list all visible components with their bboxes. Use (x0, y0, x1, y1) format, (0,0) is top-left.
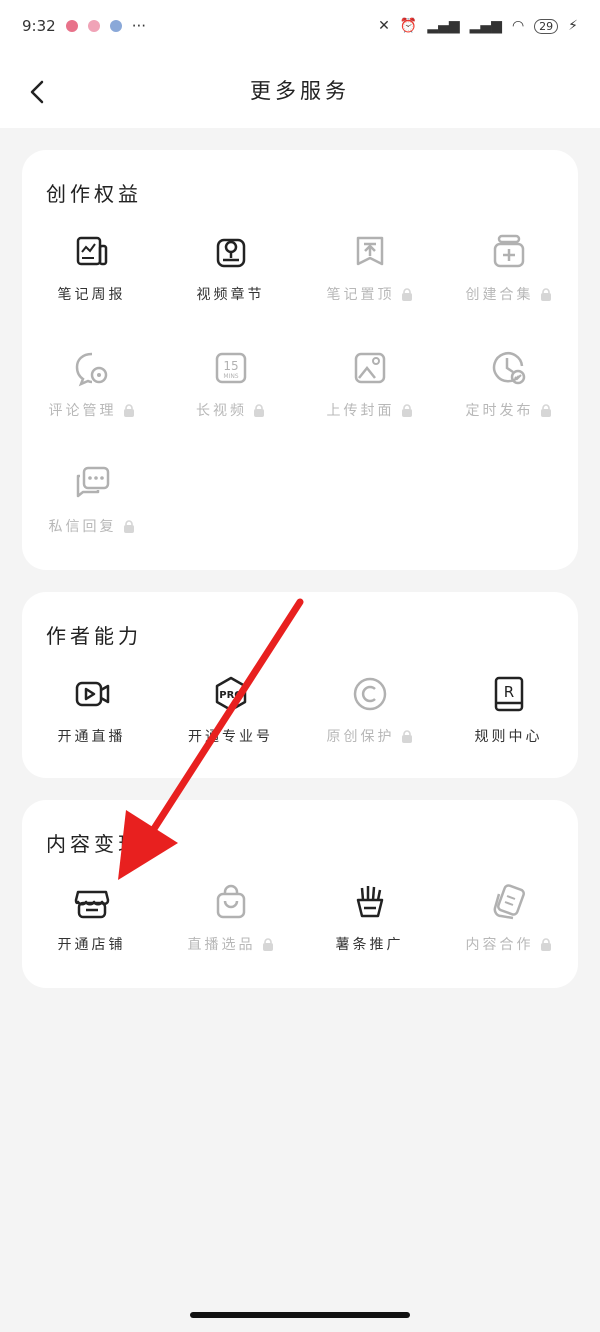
status-bar: 9:32 ··· ✕ ⏰ ▂▄▆ ▂▄▆ ◠ 29 ⚡ (0, 0, 600, 52)
section-creation-rights: 创作权益 笔记周报 视频章节 笔记置顶 创建合集评论管理 15 MINS 长视频 上传封面 定时… (22, 150, 578, 570)
service-item[interactable]: 笔记周报 (22, 232, 161, 304)
notification-icon (87, 20, 100, 32)
svg-text:MINS: MINS (223, 373, 238, 380)
svg-text:R: R (503, 683, 513, 701)
service-label: 原创保护 (326, 729, 395, 745)
notification-icon (65, 20, 78, 32)
service-label: 笔记周报 (57, 287, 126, 303)
scheduled-publish-icon (492, 352, 525, 385)
section-monetization: 内容变现 开通店铺 直播选品 薯条推广 内容合作 (22, 800, 578, 988)
fries-promo-icon (356, 886, 383, 918)
section-title: 作者能力 (46, 624, 142, 648)
charging-icon: ⚡ (568, 18, 578, 34)
section-title: 创作权益 (46, 182, 142, 206)
long-video-icon: 15MINS (215, 352, 246, 384)
status-left: 9:32 ··· (22, 17, 146, 35)
service-item[interactable]: 笔记置顶 (300, 232, 439, 304)
copyright-icon (353, 677, 386, 711)
top-nav: 更多服务 (0, 52, 600, 128)
service-label: 薯条推广 (335, 937, 404, 953)
report-icon (76, 236, 107, 266)
service-item[interactable]: R 规则中心 (439, 674, 578, 746)
page-title: 更多服务 (250, 79, 350, 103)
lock-icon (540, 403, 551, 417)
collection-add-icon (493, 234, 524, 268)
lock-icon (540, 937, 551, 951)
service-item[interactable]: 视频章节 (161, 232, 300, 304)
lock-icon (401, 287, 412, 301)
more-notifications-icon: ··· (131, 17, 146, 35)
shop-icon (74, 890, 109, 919)
message-reply-icon (76, 466, 109, 498)
status-right: ✕ ⏰ ▂▄▆ ▂▄▆ ◠ 29 ⚡ (378, 18, 578, 34)
service-label: 长视频 (196, 403, 247, 419)
upload-cover-icon (354, 352, 385, 384)
service-item[interactable]: 评论管理 (22, 348, 161, 420)
service-item[interactable]: PRO 开通专业号 (161, 674, 300, 746)
service-item[interactable]: 直播选品 (161, 882, 300, 954)
home-indicator[interactable] (190, 1312, 410, 1318)
service-label: 私信回复 (48, 519, 117, 535)
service-label: 视频章节 (196, 287, 265, 303)
signal-icon: ▂▄▆ (427, 18, 460, 34)
shopping-bag-icon (216, 884, 245, 919)
lock-icon (262, 937, 273, 951)
service-item[interactable]: 定时发布 (439, 348, 578, 420)
battery-icon: 29 (534, 18, 559, 34)
mute-icon: ✕ (378, 18, 390, 34)
service-label: 上传封面 (326, 403, 395, 419)
service-label: 笔记置顶 (326, 287, 395, 303)
lock-icon (540, 287, 551, 301)
service-label: 定时发布 (465, 403, 534, 419)
section-author-abilities: 作者能力 开通直播 PRO 开通专业号 原创保护 R 规则中心 (22, 592, 578, 778)
svg-text:PRO: PRO (219, 690, 243, 701)
notification-icon (109, 20, 122, 32)
cooperation-icon (493, 884, 525, 920)
live-video-icon (75, 681, 109, 707)
video-chapter-icon (216, 238, 245, 268)
service-item[interactable]: 原创保护 (300, 674, 439, 746)
service-item[interactable]: 15 MINS 长视频 (161, 348, 300, 420)
wifi-icon: ◠ (511, 18, 525, 34)
pro-badge-icon: PRO (215, 676, 246, 712)
status-time: 9:32 (22, 17, 56, 35)
service-label: 开通专业号 (188, 729, 273, 745)
service-label: 规则中心 (474, 729, 543, 745)
lock-icon (123, 403, 134, 417)
service-item[interactable]: 开通直播 (22, 674, 161, 746)
lock-icon (254, 403, 264, 417)
service-label: 开通直播 (57, 729, 126, 745)
signal-icon: ▂▄▆ (469, 18, 502, 34)
svg-text:15: 15 (223, 359, 238, 373)
pin-top-icon (356, 236, 383, 266)
service-label: 直播选品 (187, 937, 256, 953)
service-item[interactable]: 开通店铺 (22, 882, 161, 954)
service-item[interactable]: 薯条推广 (300, 882, 439, 954)
section-title: 内容变现 (46, 832, 142, 856)
lock-icon (401, 729, 412, 743)
lock-icon (123, 519, 134, 533)
service-item[interactable]: 内容合作 (439, 882, 578, 954)
service-item[interactable]: 创建合集 (439, 232, 578, 304)
service-item[interactable]: 私信回复 (22, 464, 161, 536)
service-label: 内容合作 (465, 937, 534, 953)
lock-icon (401, 403, 412, 417)
service-item[interactable]: 上传封面 (300, 348, 439, 420)
rule-book-icon: R (494, 676, 523, 712)
service-label: 评论管理 (48, 403, 117, 419)
back-arrow-icon[interactable] (26, 80, 50, 104)
comment-manage-icon (75, 352, 107, 387)
alarm-icon: ⏰ (399, 18, 418, 34)
service-label: 创建合集 (465, 287, 534, 303)
service-label: 开通店铺 (57, 937, 126, 953)
